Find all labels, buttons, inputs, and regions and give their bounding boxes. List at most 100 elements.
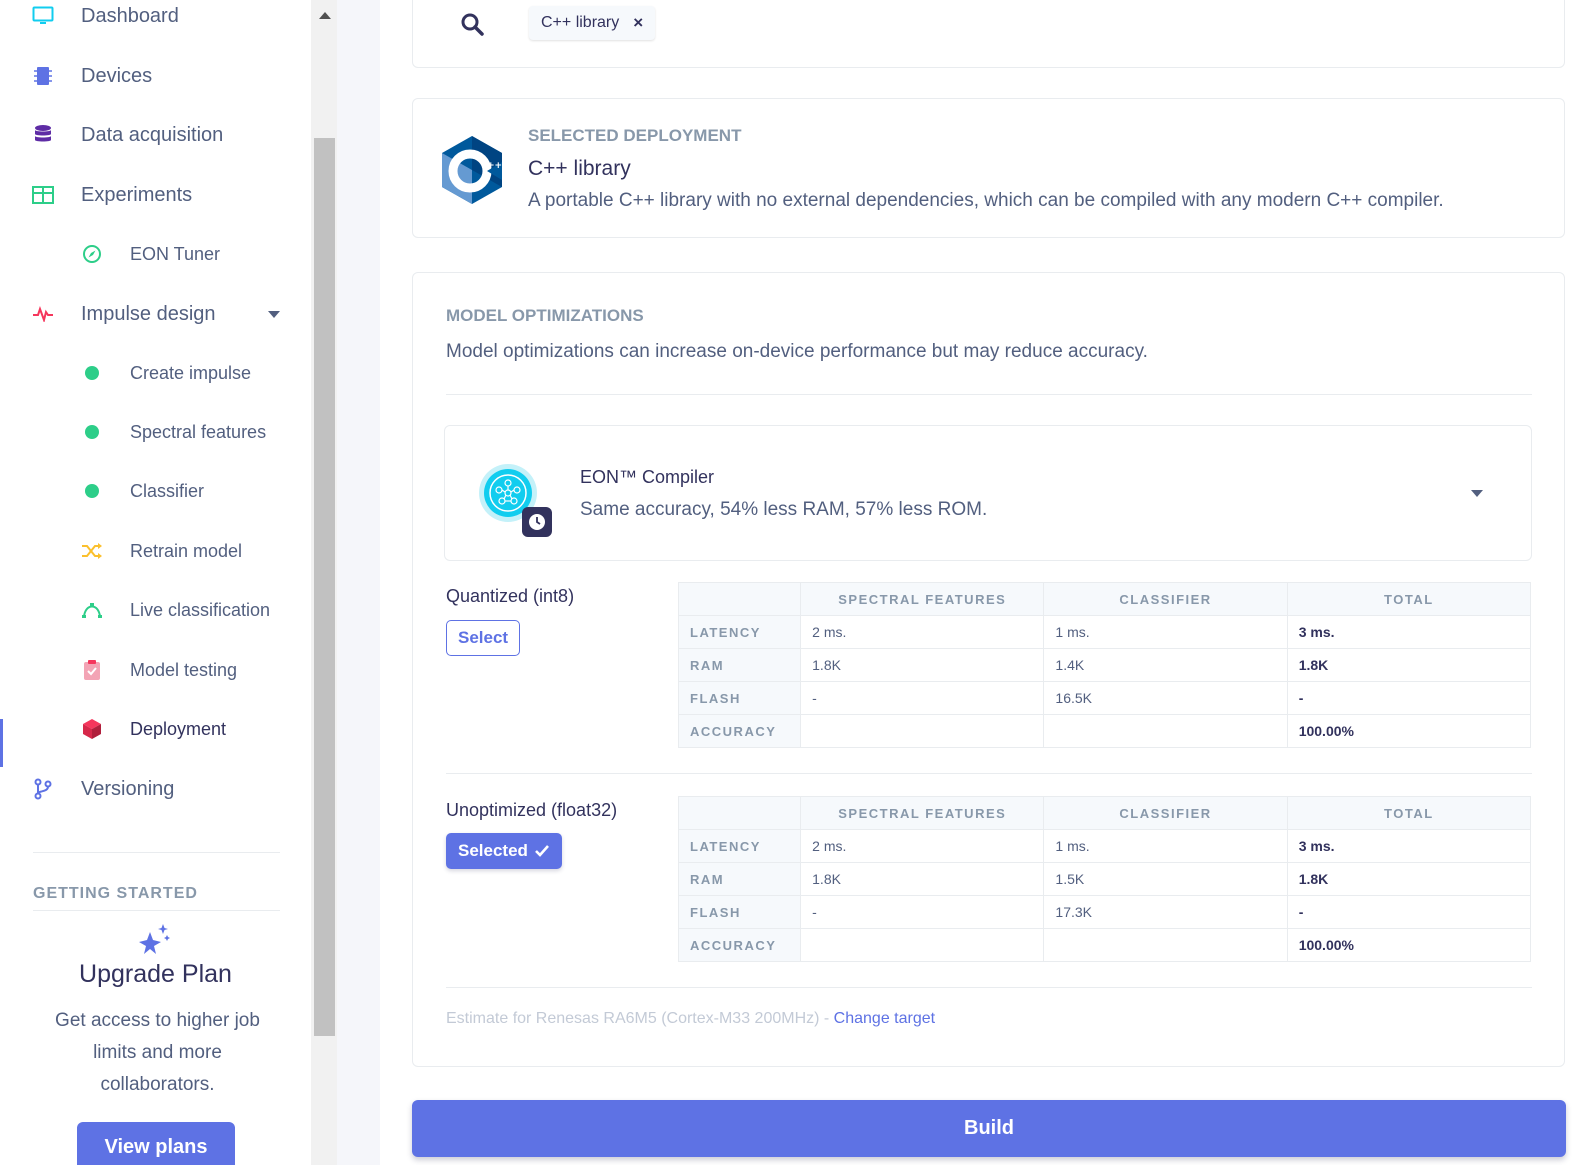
divider	[446, 773, 1532, 774]
table-row: RAM 1.8K 1.5K 1.8K	[677, 862, 1532, 896]
table-cell-total: -	[1286, 895, 1532, 929]
estimate-text: Estimate for Renesas RA6M5 (Cortex-M33 2…	[446, 1010, 935, 1028]
row-label: ACCURACY	[677, 714, 802, 748]
table-cell-total: -	[1286, 681, 1532, 715]
curve-icon	[80, 598, 104, 622]
sidebar-item-label: Versioning	[81, 777, 175, 800]
divider	[446, 394, 1532, 395]
sparkle-stars-icon	[139, 924, 170, 954]
table-row: ACCURACY 100.00%	[677, 928, 1532, 962]
estimate-label: Estimate for Renesas RA6M5 (Cortex-M33 2…	[446, 1010, 834, 1027]
scrollbar-thumb[interactable]	[314, 138, 335, 1036]
git-branch-icon	[31, 777, 55, 801]
unoptimized-performance-table: SPECTRAL FEATURES CLASSIFIER TOTAL LATEN…	[677, 796, 1532, 962]
table-cell: 1 ms.	[1043, 615, 1288, 649]
table-cell: 1.8K	[800, 648, 1045, 682]
sidebar-item-create-impulse[interactable]: Create impulse	[0, 353, 300, 393]
eon-compiler-dropdown[interactable]	[444, 425, 1532, 561]
status-dot-icon	[80, 479, 104, 503]
table-cell: 2 ms.	[800, 829, 1045, 863]
model-optimizations-heading: MODEL OPTIMIZATIONS	[446, 306, 644, 325]
sidebar-item-label: Experiments	[81, 183, 193, 206]
sidebar-item-experiments[interactable]: Experiments	[0, 175, 300, 215]
close-icon[interactable]: ×	[633, 13, 643, 33]
table-header: CLASSIFIER	[1043, 796, 1288, 830]
upgrade-plan-description: Get access to higher job limits and more…	[55, 1010, 260, 1095]
table-header: SPECTRAL FEATURES	[800, 582, 1045, 616]
compass-icon	[80, 242, 104, 266]
sidebar-item-live-classification[interactable]: Live classification	[0, 590, 300, 630]
select-quantized-button[interactable]: Select	[446, 620, 521, 656]
pulse-icon	[31, 302, 55, 326]
status-dot-icon	[80, 420, 104, 444]
sidebar-item-label: Devices	[81, 64, 153, 87]
eon-compiler-icon	[479, 464, 552, 537]
cube-icon	[80, 717, 104, 741]
table-row: FLASH - 16.5K -	[677, 681, 1532, 715]
scroll-up-arrow-icon[interactable]	[319, 12, 331, 19]
sidebar-item-spectral-features[interactable]: Spectral features	[0, 412, 300, 452]
table-row: LATENCY 2 ms. 1 ms. 3 ms.	[677, 829, 1532, 863]
row-label: FLASH	[677, 895, 802, 929]
sidebar-item-label: Impulse design	[81, 302, 216, 325]
view-plans-button[interactable]: View plans	[77, 1122, 235, 1165]
search-filter-chip: C++ library ×	[529, 6, 656, 40]
row-label: LATENCY	[677, 829, 802, 863]
sidebar-item-versioning[interactable]: Versioning	[0, 769, 300, 809]
deployment-description: A portable C++ library with no external …	[528, 190, 1444, 211]
chevron-down-icon[interactable]	[1471, 490, 1483, 497]
sidebar-item-impulse-design[interactable]: Impulse design	[0, 294, 300, 334]
sidebar-item-label: Live classification	[130, 599, 271, 620]
table-cell	[800, 714, 1045, 748]
sidebar: Dashboard Devices Data acquisition Exper…	[0, 0, 311, 1165]
table-cell: 1.5K	[1043, 862, 1288, 896]
table-cell	[1043, 714, 1288, 748]
table-header: SPECTRAL FEATURES	[800, 796, 1045, 830]
sidebar-item-deployment[interactable]: Deployment	[0, 709, 300, 749]
shuffle-icon	[80, 539, 104, 563]
sidebar-item-classifier[interactable]: Classifier	[0, 471, 300, 511]
table-header-row: SPECTRAL FEATURES CLASSIFIER TOTAL	[677, 582, 1532, 616]
sidebar-item-label: Classifier	[130, 480, 205, 501]
selected-unoptimized-button[interactable]: Selected	[446, 833, 562, 869]
divider	[446, 987, 1532, 988]
row-label: RAM	[677, 862, 802, 896]
chip-label: C++ library	[541, 14, 620, 31]
table-cell	[1043, 928, 1288, 962]
sidebar-item-label: Spectral features	[130, 421, 267, 442]
getting-started-heading: GETTING STARTED	[33, 885, 198, 902]
chip-icon	[31, 64, 55, 88]
deployment-title: C++ library	[528, 157, 631, 180]
table-header-row: SPECTRAL FEATURES CLASSIFIER TOTAL	[677, 796, 1532, 830]
build-button[interactable]: Build	[412, 1100, 1566, 1157]
upgrade-plan-title: Upgrade Plan	[79, 960, 232, 988]
table-cell-total: 3 ms.	[1286, 615, 1532, 649]
sidebar-item-data-acquisition[interactable]: Data acquisition	[0, 115, 300, 155]
sidebar-item-devices[interactable]: Devices	[0, 56, 300, 96]
monitor-icon	[31, 4, 55, 28]
table-cell: 16.5K	[1043, 681, 1288, 715]
table-cell: 1.4K	[1043, 648, 1288, 682]
table-cell: 17.3K	[1043, 895, 1288, 929]
sidebar-item-dashboard[interactable]: Dashboard	[0, 0, 300, 36]
sidebar-item-retrain-model[interactable]: Retrain model	[0, 531, 300, 571]
table-header: CLASSIFIER	[1043, 582, 1288, 616]
table-row: RAM 1.8K 1.4K 1.8K	[677, 648, 1532, 682]
selected-deployment-heading: SELECTED DEPLOYMENT	[528, 126, 742, 145]
status-dot-icon	[80, 361, 104, 385]
search-icon[interactable]	[460, 12, 484, 36]
quantized-title: Quantized (int8)	[446, 586, 575, 606]
table-cell-total: 100.00%	[1286, 928, 1532, 962]
table-header	[677, 796, 802, 830]
table-header	[677, 582, 802, 616]
sidebar-item-model-testing[interactable]: Model testing	[0, 650, 300, 690]
row-label: ACCURACY	[677, 928, 802, 962]
divider	[33, 910, 280, 911]
check-icon	[535, 845, 549, 857]
table-row: ACCURACY 100.00%	[677, 714, 1532, 748]
sidebar-item-eon-tuner[interactable]: EON Tuner	[0, 234, 300, 274]
table-cell: 2 ms.	[800, 615, 1045, 649]
eon-compiler-title: EON™ Compiler	[580, 467, 715, 487]
change-target-link[interactable]: Change target	[834, 1010, 935, 1027]
table-cell-total: 1.8K	[1286, 862, 1532, 896]
